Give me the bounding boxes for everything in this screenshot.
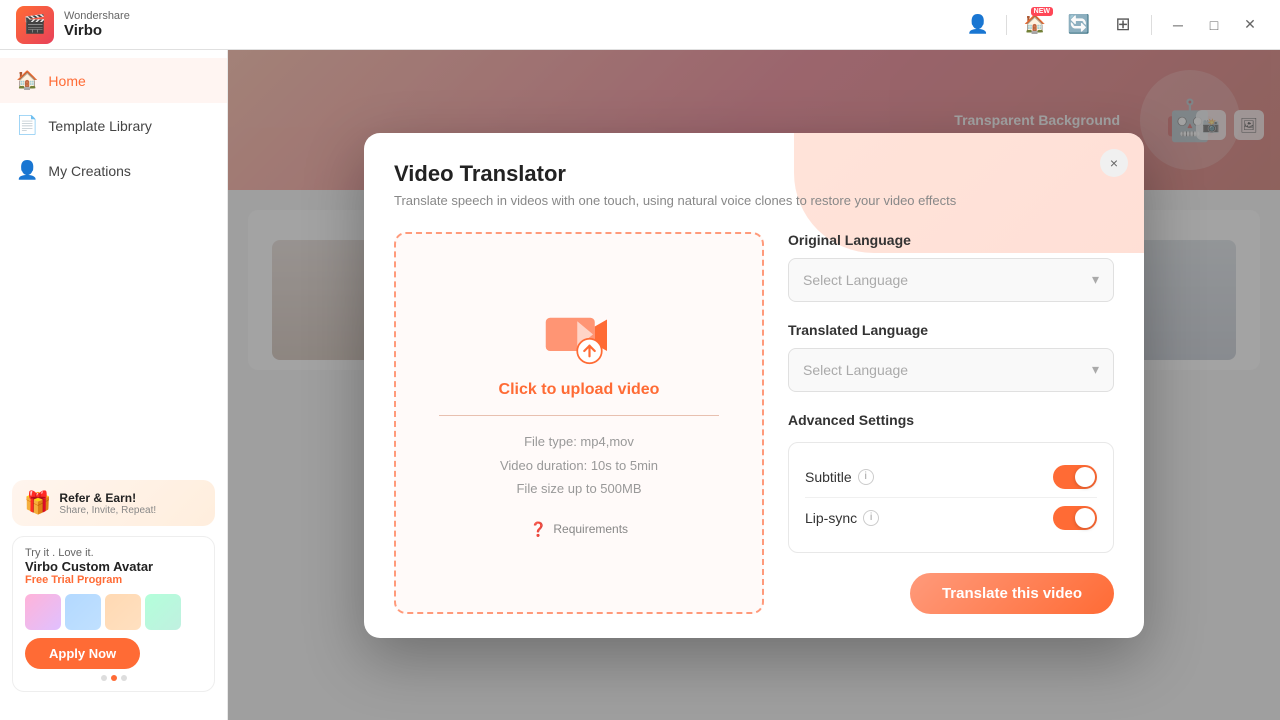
dot-3 (121, 675, 127, 681)
advanced-settings-card: Subtitle i (788, 442, 1114, 553)
dot-1 (101, 675, 107, 681)
original-language-dropdown[interactable]: Select Language ▾ (788, 258, 1114, 302)
app-logo-text: Wondershare Virbo (64, 10, 130, 39)
home-icon[interactable]: 🏠 NEW (1019, 9, 1051, 41)
translated-language-label: Translated Language (788, 322, 1114, 338)
upload-divider (439, 415, 719, 416)
video-upload-icon (544, 307, 614, 367)
translate-btn-row: Translate this video (788, 573, 1114, 614)
modal-title: Video Translator (394, 161, 1114, 187)
home-sidebar-icon: 🏠 (16, 70, 38, 91)
app-logo: 🎬 Wondershare Virbo (16, 6, 130, 44)
dot-2 (111, 675, 117, 681)
trial-program: Free Trial Program (25, 574, 202, 586)
app-name: Virbo (64, 22, 130, 39)
trial-try-label: Try it . Love it. (25, 547, 202, 559)
lipsync-toggle[interactable] (1053, 506, 1097, 530)
upload-meta: File type: mp4,mov Video duration: 10s t… (500, 430, 658, 500)
requirements-link[interactable]: ❓ Requirements (530, 521, 628, 538)
maximize-button[interactable]: □ (1200, 11, 1228, 39)
modal-close-button[interactable]: × (1100, 149, 1128, 177)
upload-size: File size up to 500MB (500, 477, 658, 500)
trial-img-2 (65, 594, 101, 630)
carousel-dots (25, 675, 202, 681)
subtitle-toggle[interactable] (1053, 465, 1097, 489)
sidebar-item-home-label: Home (48, 73, 85, 89)
lipsync-info-icon[interactable]: i (863, 510, 879, 526)
original-language-arrow: ▾ (1092, 271, 1099, 288)
main-layout: 🏠 Home 📄 Template Library 👤 My Creations… (0, 50, 1280, 720)
grid-icon[interactable]: ⊞ (1107, 9, 1139, 41)
trial-img-4 (145, 594, 181, 630)
upload-area[interactable]: Click to upload video File type: mp4,mov… (394, 232, 764, 614)
top-bar: 🎬 Wondershare Virbo 👤 🏠 NEW 🔄 ⊞ ─ □ ✕ (0, 0, 1280, 50)
translate-button[interactable]: Translate this video (910, 573, 1114, 614)
translated-language-dropdown[interactable]: Select Language ▾ (788, 348, 1114, 392)
subtitle-setting-row: Subtitle i (805, 457, 1097, 497)
subtitle-info-icon[interactable]: i (858, 469, 874, 485)
refer-subtitle: Share, Invite, Repeat! (59, 505, 156, 516)
minimize-button[interactable]: ─ (1164, 11, 1192, 39)
subtitle-text: Subtitle (805, 469, 852, 485)
translated-language-placeholder: Select Language (803, 362, 908, 378)
separator (1006, 15, 1007, 35)
sidebar-item-home[interactable]: 🏠 Home (0, 58, 227, 103)
sidebar-item-my-creations[interactable]: 👤 My Creations (0, 148, 227, 193)
sidebar: 🏠 Home 📄 Template Library 👤 My Creations… (0, 50, 228, 720)
lipsync-text: Lip-sync (805, 510, 857, 526)
modal-subtitle: Translate speech in videos with one touc… (394, 193, 1114, 208)
subtitle-label: Subtitle i (805, 469, 874, 485)
modal-content: × Video Translator Translate speech in v… (364, 133, 1144, 638)
video-translator-modal: × Video Translator Translate speech in v… (364, 133, 1144, 638)
new-badge: NEW (1031, 7, 1053, 16)
refer-card[interactable]: 🎁 Refer & Earn! Share, Invite, Repeat! (12, 480, 215, 526)
sidebar-item-template-label: Template Library (48, 118, 152, 134)
translated-language-arrow: ▾ (1092, 361, 1099, 378)
advanced-settings-label: Advanced Settings (788, 412, 1114, 428)
original-language-label: Original Language (788, 232, 1114, 248)
trial-img-1 (25, 594, 61, 630)
right-panel: Original Language Select Language ▾ Tran… (788, 232, 1114, 614)
template-sidebar-icon: 📄 (16, 115, 38, 136)
trial-brand: Virbo Custom Avatar (25, 559, 202, 574)
trial-card: Try it . Love it. Virbo Custom Avatar Fr… (12, 536, 215, 692)
trial-img-3 (105, 594, 141, 630)
lipsync-label: Lip-sync i (805, 510, 879, 526)
original-language-placeholder: Select Language (803, 272, 908, 288)
window-controls: ─ □ ✕ (1164, 11, 1264, 39)
requirements-icon: ❓ (530, 521, 547, 538)
apply-now-button[interactable]: Apply Now (25, 638, 140, 669)
creations-sidebar-icon: 👤 (16, 160, 38, 181)
history-icon[interactable]: 🔄 (1063, 9, 1095, 41)
requirements-label: Requirements (553, 522, 628, 536)
app-brand: Wondershare (64, 10, 130, 22)
close-button[interactable]: ✕ (1236, 11, 1264, 39)
app-window: 🎬 Wondershare Virbo 👤 🏠 NEW 🔄 ⊞ ─ □ ✕ (0, 0, 1280, 720)
refer-title: Refer & Earn! (59, 491, 156, 505)
top-bar-right: 👤 🏠 NEW 🔄 ⊞ ─ □ ✕ (962, 9, 1264, 41)
separator2 (1151, 15, 1152, 35)
user-icon[interactable]: 👤 (962, 9, 994, 41)
sidebar-item-template-library[interactable]: 📄 Template Library (0, 103, 227, 148)
app-logo-icon: 🎬 (16, 6, 54, 44)
lipsync-setting-row: Lip-sync i (805, 497, 1097, 538)
sidebar-item-creations-label: My Creations (48, 163, 130, 179)
upload-duration: Video duration: 10s to 5min (500, 454, 658, 477)
content-area: Transparent Background 🤖 📸 🖼 (228, 50, 1280, 720)
refer-icon: 🎁 (24, 490, 51, 516)
modal-overlay: × Video Translator Translate speech in v… (228, 50, 1280, 720)
modal-body: Click to upload video File type: mp4,mov… (394, 232, 1114, 614)
sidebar-bottom: 🎁 Refer & Earn! Share, Invite, Repeat! T… (0, 468, 227, 712)
upload-file-type: File type: mp4,mov (500, 430, 658, 453)
trial-images (25, 594, 202, 630)
upload-text: Click to upload video (499, 381, 660, 399)
